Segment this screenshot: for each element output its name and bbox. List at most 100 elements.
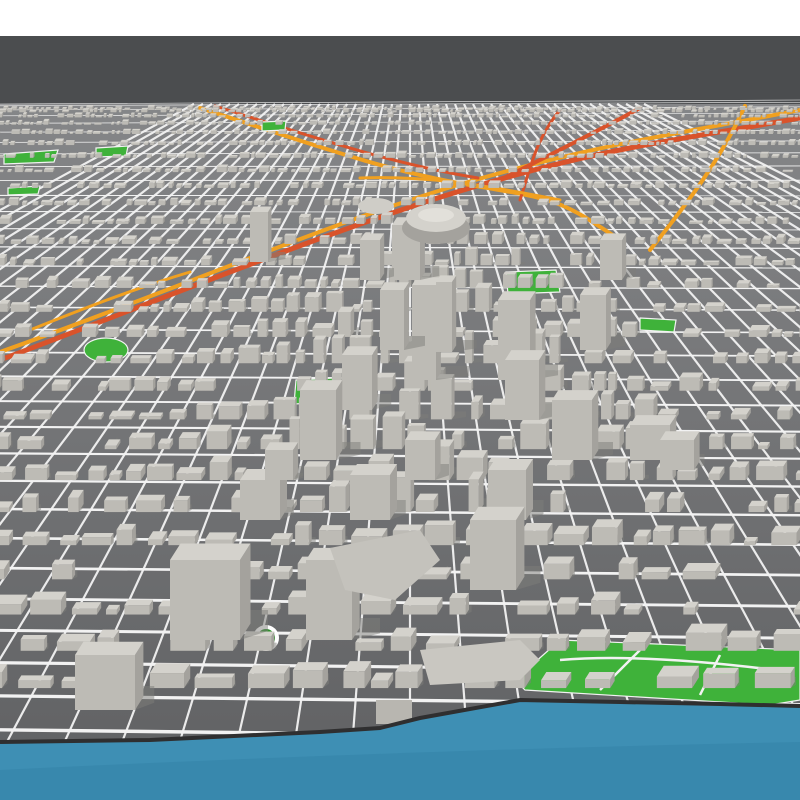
building-front	[506, 110, 511, 113]
building-front	[416, 108, 423, 113]
building-front	[734, 121, 739, 125]
building-front	[300, 109, 308, 113]
building-front	[176, 109, 182, 113]
building-front	[309, 121, 317, 125]
building-front	[141, 109, 148, 113]
building-front	[698, 153, 708, 158]
building-side	[258, 344, 261, 364]
building-roof	[296, 114, 304, 116]
building-roof	[760, 151, 770, 154]
building-front	[255, 109, 260, 113]
building-roof	[620, 110, 625, 112]
building-roof	[407, 114, 412, 116]
building-front	[412, 142, 417, 146]
building-roof	[744, 108, 748, 109]
building-roof	[169, 408, 187, 413]
building-roof	[498, 215, 508, 218]
building-roof	[387, 112, 394, 114]
building-front	[79, 200, 89, 206]
building-front	[369, 114, 375, 118]
building-roof	[66, 113, 74, 115]
building-front	[122, 121, 128, 125]
building-roof	[195, 166, 206, 169]
building-front	[169, 111, 174, 113]
building-roof	[262, 351, 275, 356]
building-roof	[595, 153, 605, 155]
building-front	[316, 108, 323, 110]
building-roof	[494, 139, 503, 142]
building-front	[380, 215, 391, 224]
building-front	[554, 115, 561, 118]
building-front	[726, 110, 733, 113]
building-front	[139, 121, 147, 125]
building-front	[311, 184, 322, 188]
building-front	[547, 465, 570, 481]
building-front	[335, 141, 344, 146]
building-roof	[509, 113, 517, 115]
building-front	[138, 309, 147, 312]
building-front	[132, 168, 141, 173]
building-front	[67, 202, 76, 206]
building-front	[737, 220, 750, 224]
building-front	[21, 183, 27, 188]
building-front	[111, 143, 118, 146]
building-roof	[371, 107, 380, 110]
building-front	[647, 285, 659, 288]
building-front	[245, 114, 250, 118]
building-roof	[416, 107, 424, 109]
building-front	[465, 109, 473, 110]
building-roof	[488, 105, 497, 108]
building-front	[521, 170, 529, 173]
building-roof	[83, 122, 92, 124]
building-front	[218, 116, 226, 118]
building-front	[77, 154, 86, 158]
building-roof	[754, 114, 761, 116]
building-roof	[716, 238, 733, 242]
building-front	[767, 217, 777, 224]
building-side	[418, 388, 421, 420]
building-roof	[65, 140, 75, 142]
building-front	[495, 256, 509, 266]
building-roof	[441, 106, 446, 108]
building-roof	[599, 121, 608, 123]
building-front	[0, 109, 6, 113]
building-roof	[511, 247, 521, 250]
building-front	[385, 153, 395, 158]
building-roof	[51, 379, 71, 385]
building-roof	[27, 114, 33, 116]
building-front	[25, 468, 47, 481]
building-roof	[92, 130, 101, 133]
building-front	[167, 122, 175, 125]
building-front	[104, 445, 117, 450]
building-roof	[473, 213, 486, 217]
building-front	[215, 217, 221, 224]
building-front	[499, 200, 507, 206]
building-side	[639, 276, 641, 288]
building-roof	[267, 131, 276, 133]
building-front	[22, 202, 27, 206]
building-roof	[588, 235, 602, 239]
building-front	[432, 115, 437, 118]
building-front	[382, 416, 402, 450]
building-roof	[313, 217, 322, 220]
building-front	[150, 259, 157, 266]
building-roof	[385, 151, 396, 154]
building-roof	[122, 113, 130, 116]
building-front	[83, 123, 91, 125]
building-front	[90, 115, 95, 118]
building-roof	[766, 121, 773, 123]
building-front	[220, 353, 231, 364]
building-roof	[10, 353, 35, 360]
building-front	[775, 385, 787, 391]
building-front	[112, 155, 121, 158]
building-front	[493, 130, 497, 134]
building-roof	[343, 108, 350, 110]
building-roof	[627, 375, 645, 379]
building-front	[704, 130, 709, 134]
building-roof	[143, 167, 151, 170]
building-roof	[238, 344, 261, 348]
building-roof	[723, 151, 733, 154]
building-front	[230, 108, 238, 110]
building-front	[627, 219, 635, 224]
building-roof	[245, 113, 251, 115]
